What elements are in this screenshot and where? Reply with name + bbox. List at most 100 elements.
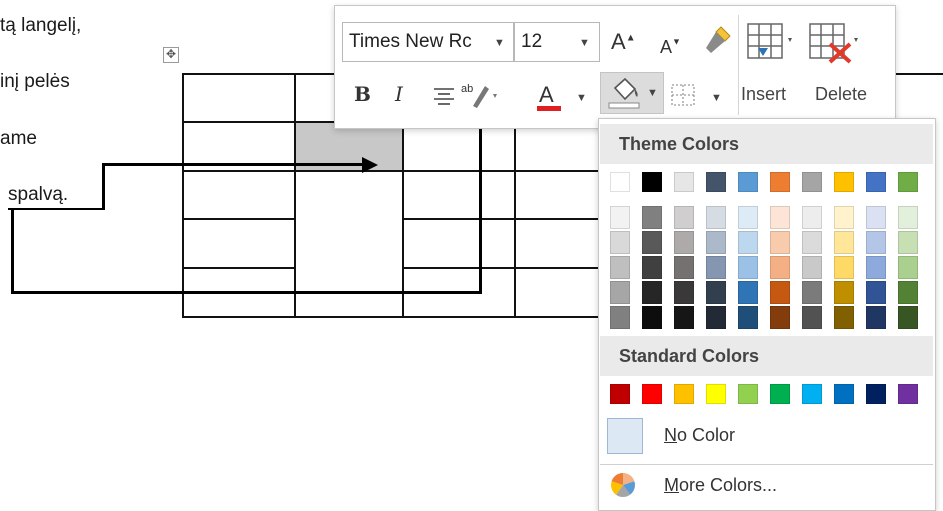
font-size-value: 12	[521, 31, 543, 52]
standard-color-swatch[interactable]	[738, 384, 758, 404]
theme-shade-swatch[interactable]	[738, 281, 758, 304]
theme-shade-swatch[interactable]	[706, 306, 726, 329]
theme-shade-swatch[interactable]	[898, 281, 918, 304]
no-color-swatch[interactable]	[607, 418, 643, 454]
theme-shade-swatch[interactable]	[706, 206, 726, 229]
theme-shade-swatch[interactable]	[770, 306, 790, 329]
theme-shade-swatch[interactable]	[674, 206, 694, 229]
font-color-button[interactable]: A	[535, 80, 575, 114]
more-colors-option[interactable]: More Colors...	[664, 475, 777, 496]
theme-shade-swatch[interactable]	[898, 206, 918, 229]
doc-text-line-1: tą langelį,	[0, 15, 82, 36]
theme-shade-swatch[interactable]	[642, 306, 662, 329]
theme-shade-swatch[interactable]	[610, 281, 630, 304]
theme-shade-swatch[interactable]	[770, 256, 790, 279]
theme-shade-swatch[interactable]	[610, 256, 630, 279]
theme-shade-swatch[interactable]	[866, 281, 886, 304]
theme-shade-swatch[interactable]	[642, 256, 662, 279]
theme-shade-swatch[interactable]	[898, 256, 918, 279]
theme-shade-swatch[interactable]	[674, 281, 694, 304]
theme-color-swatch[interactable]	[674, 172, 694, 192]
theme-shade-swatch[interactable]	[610, 231, 630, 254]
shrink-font-button[interactable]: A▼	[660, 33, 681, 59]
theme-color-swatch[interactable]	[738, 172, 758, 192]
doc-text-line-4: spalvą.	[8, 184, 69, 205]
theme-shade-swatch[interactable]	[898, 306, 918, 329]
delete-table-icon[interactable]	[806, 18, 862, 64]
theme-shade-swatch[interactable]	[642, 206, 662, 229]
font-name-box[interactable]: Times New Rc	[342, 22, 514, 62]
standard-color-swatch[interactable]	[866, 384, 886, 404]
theme-color-swatch[interactable]	[610, 172, 630, 192]
theme-shade-swatch[interactable]	[642, 231, 662, 254]
grow-font-button[interactable]: A▲	[611, 29, 636, 55]
svg-text:ab: ab	[461, 83, 473, 95]
standard-color-swatch[interactable]	[674, 384, 694, 404]
theme-shade-swatch[interactable]	[866, 256, 886, 279]
theme-color-swatch[interactable]	[802, 172, 822, 192]
theme-shade-swatch[interactable]	[706, 256, 726, 279]
standard-color-swatch[interactable]	[610, 384, 630, 404]
theme-shade-swatch[interactable]	[738, 206, 758, 229]
italic-button[interactable]: I	[395, 82, 403, 106]
theme-shade-swatch[interactable]	[610, 306, 630, 329]
theme-shade-swatch[interactable]	[706, 231, 726, 254]
theme-shade-swatch[interactable]	[866, 231, 886, 254]
borders-dropdown-icon[interactable]: ▼	[711, 92, 722, 104]
format-painter-icon[interactable]	[703, 24, 733, 56]
theme-shade-swatch[interactable]	[834, 306, 854, 329]
theme-color-swatch[interactable]	[866, 172, 886, 192]
standard-color-swatch[interactable]	[834, 384, 854, 404]
theme-color-swatch[interactable]	[706, 172, 726, 192]
theme-shade-swatch[interactable]	[738, 256, 758, 279]
insert-table-icon[interactable]	[744, 18, 794, 64]
bold-button[interactable]: B	[354, 82, 371, 106]
theme-color-swatch[interactable]	[770, 172, 790, 192]
theme-color-swatch[interactable]	[898, 172, 918, 192]
theme-shade-swatch[interactable]	[770, 231, 790, 254]
table-move-handle-icon[interactable]: ✥	[163, 47, 179, 63]
standard-color-swatch[interactable]	[706, 384, 726, 404]
theme-shade-swatch[interactable]	[674, 231, 694, 254]
theme-shade-swatch[interactable]	[674, 306, 694, 329]
theme-shade-swatch[interactable]	[834, 281, 854, 304]
theme-shade-swatch[interactable]	[642, 281, 662, 304]
borders-button[interactable]	[668, 80, 700, 110]
theme-shade-swatch[interactable]	[802, 206, 822, 229]
align-center-icon[interactable]	[431, 86, 457, 106]
highlight-icon[interactable]: ab	[459, 80, 499, 110]
delete-button-label[interactable]: Delete	[815, 84, 867, 105]
theme-shade-swatch[interactable]	[706, 281, 726, 304]
theme-color-swatch[interactable]	[642, 172, 662, 192]
theme-shade-swatch[interactable]	[834, 231, 854, 254]
standard-color-swatch[interactable]	[770, 384, 790, 404]
font-name-dropdown-icon[interactable]: ▼	[494, 37, 505, 49]
theme-shade-swatch[interactable]	[898, 231, 918, 254]
font-color-dropdown-icon[interactable]: ▼	[576, 92, 587, 104]
font-size-dropdown-icon[interactable]: ▼	[579, 37, 590, 49]
theme-shade-swatch[interactable]	[834, 206, 854, 229]
theme-shade-swatch[interactable]	[802, 306, 822, 329]
theme-shade-swatch[interactable]	[802, 231, 822, 254]
standard-color-swatch[interactable]	[642, 384, 662, 404]
font-color-bar	[537, 106, 561, 111]
theme-shade-swatch[interactable]	[802, 256, 822, 279]
theme-shade-swatch[interactable]	[770, 281, 790, 304]
theme-shade-swatch[interactable]	[674, 256, 694, 279]
theme-color-swatch[interactable]	[834, 172, 854, 192]
no-color-option[interactable]: No Color	[664, 425, 735, 446]
standard-color-swatch[interactable]	[802, 384, 822, 404]
shading-button[interactable]: ▼	[600, 72, 664, 114]
theme-shade-swatch[interactable]	[866, 306, 886, 329]
theme-shade-swatch[interactable]	[770, 206, 790, 229]
theme-shade-swatch[interactable]	[738, 231, 758, 254]
theme-shade-swatch[interactable]	[738, 306, 758, 329]
insert-button-label[interactable]: Insert	[741, 84, 786, 105]
theme-shade-swatch[interactable]	[866, 206, 886, 229]
table-line	[183, 170, 603, 172]
table-line	[403, 218, 603, 220]
theme-shade-swatch[interactable]	[834, 256, 854, 279]
theme-shade-swatch[interactable]	[610, 206, 630, 229]
theme-shade-swatch[interactable]	[802, 281, 822, 304]
standard-color-swatch[interactable]	[898, 384, 918, 404]
